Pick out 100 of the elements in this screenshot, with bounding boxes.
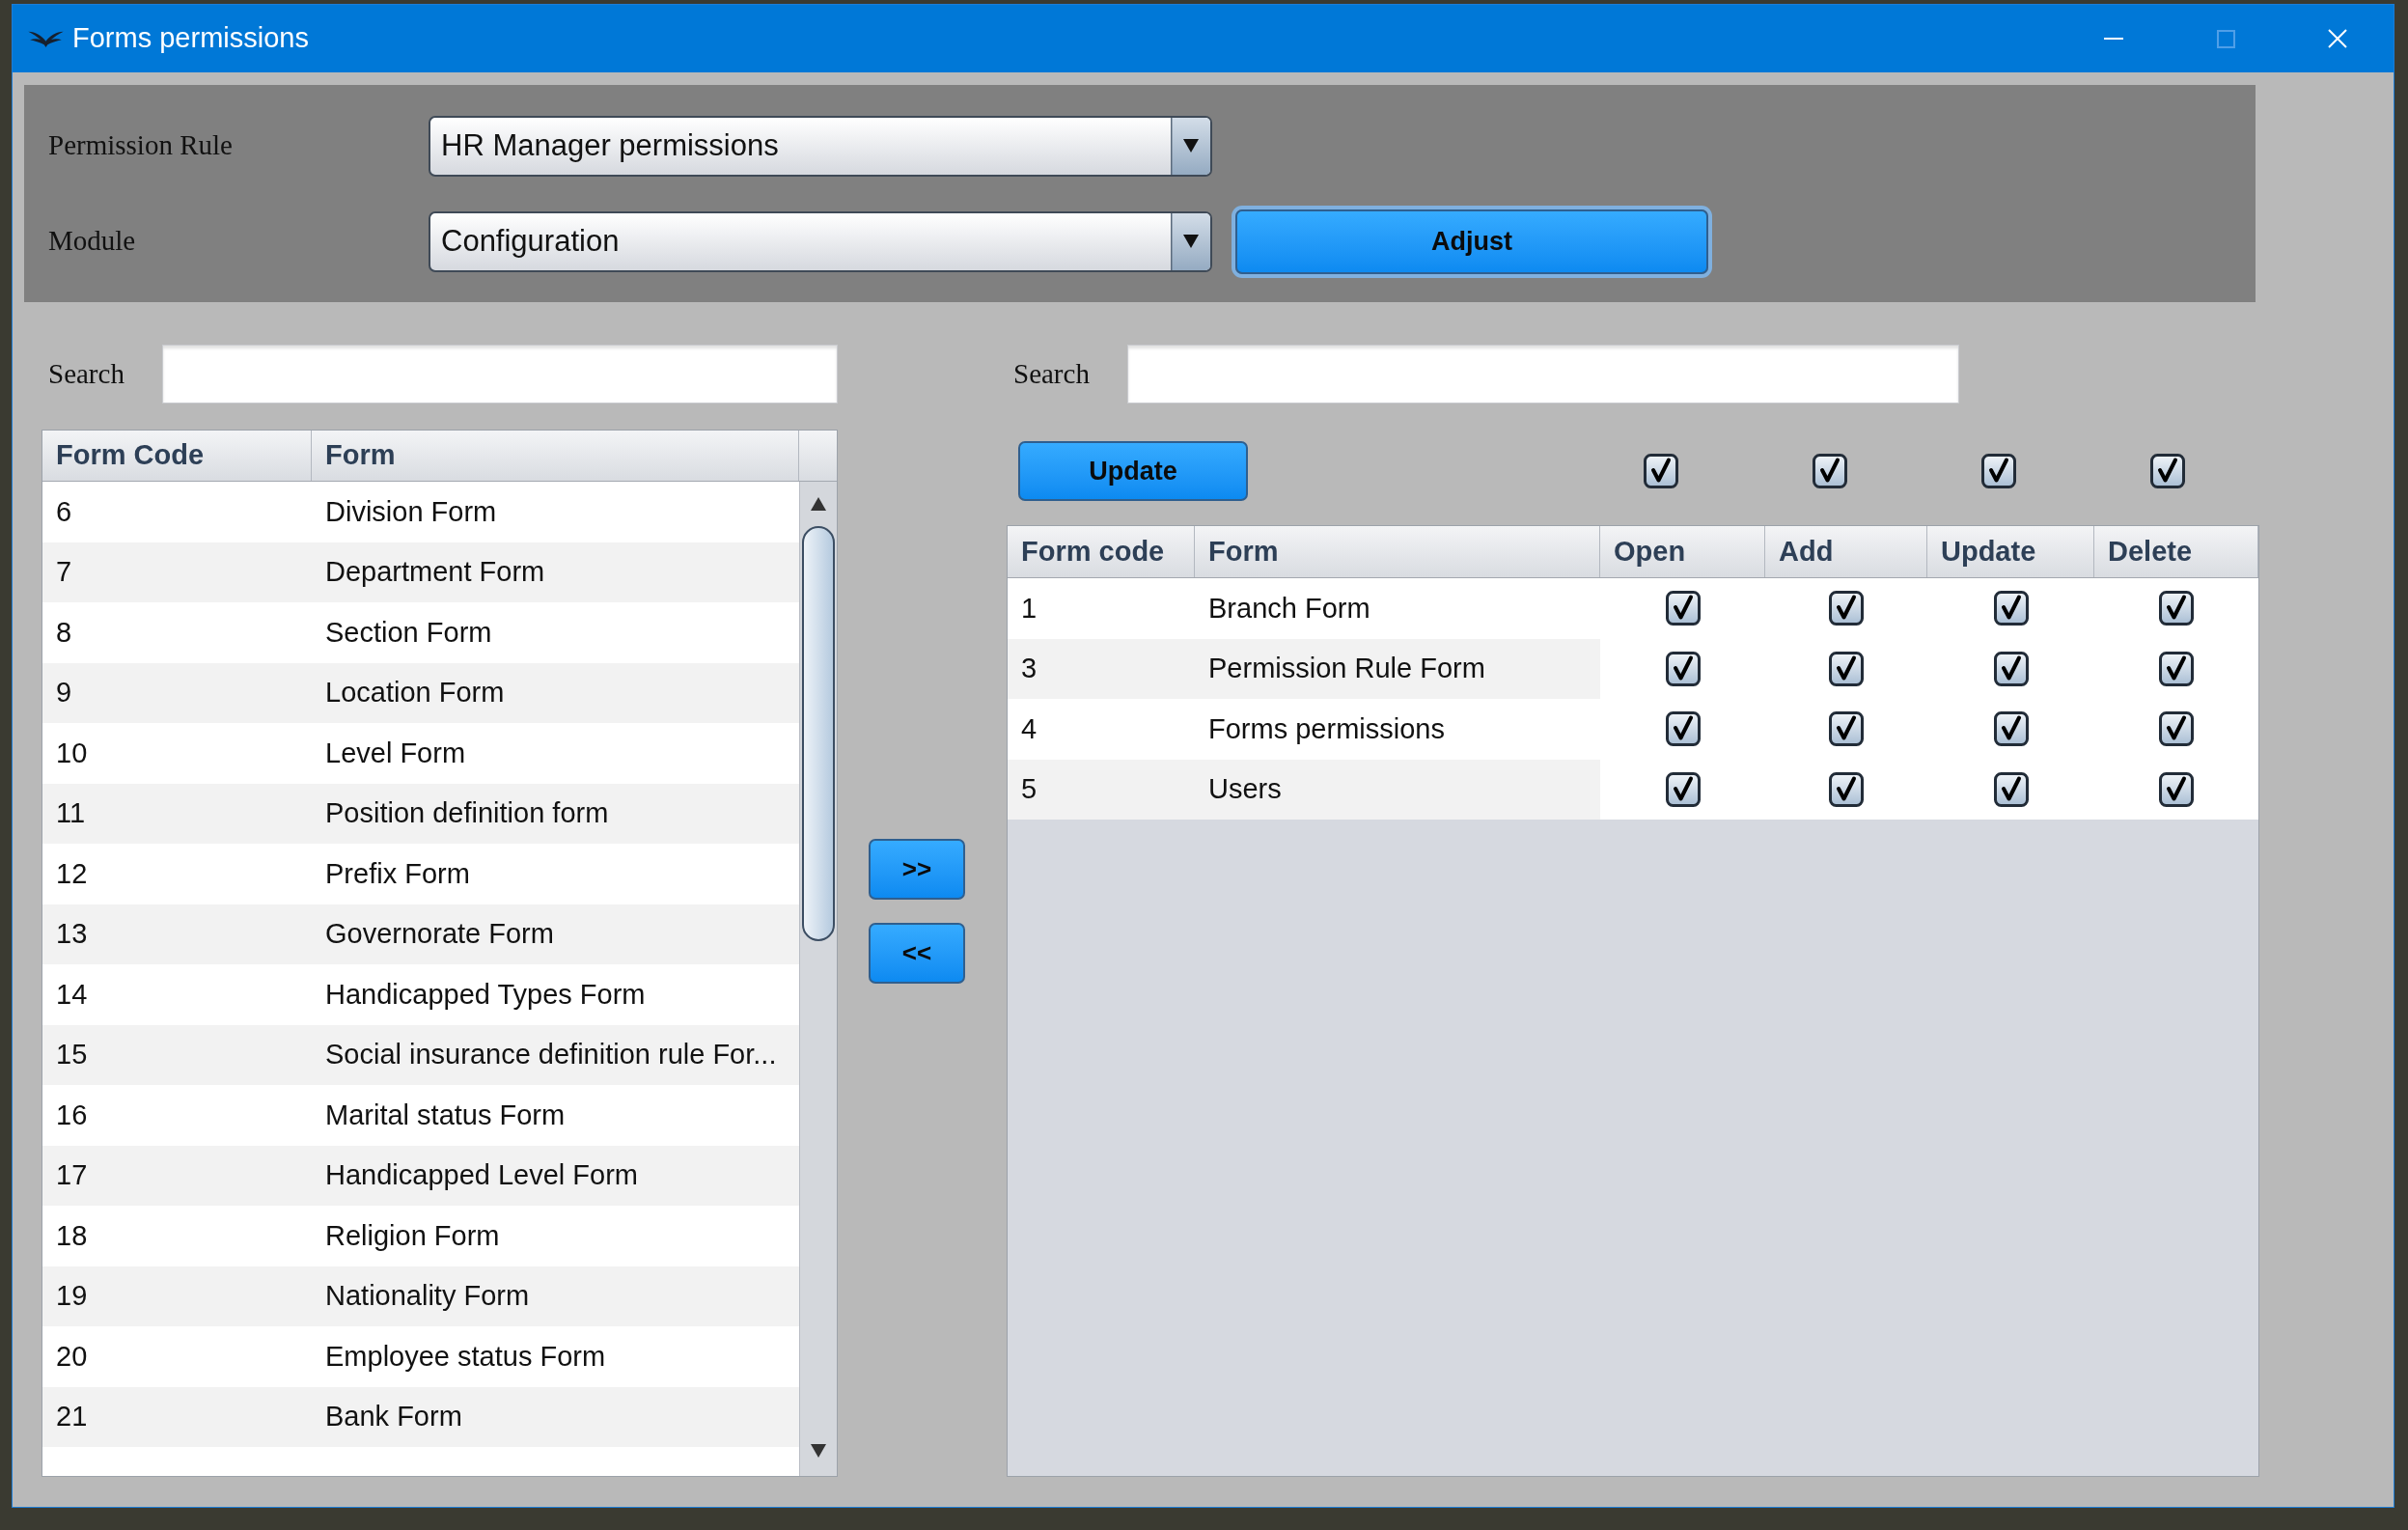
form-name: Nationality Form xyxy=(325,1279,530,1313)
form-code: 8 xyxy=(56,615,72,650)
form-code: 13 xyxy=(56,917,88,951)
checkbox[interactable] xyxy=(1813,454,1847,488)
checkbox[interactable] xyxy=(1993,711,2029,747)
table-row[interactable]: 11 Position definition form xyxy=(42,783,799,844)
form-code: 12 xyxy=(56,856,88,891)
form-name: Location Form xyxy=(325,676,505,709)
form-code: 7 xyxy=(56,555,72,589)
table-row[interactable]: 7 Department Form xyxy=(42,542,799,602)
field-label: Module xyxy=(48,224,137,259)
checkbox[interactable] xyxy=(1829,711,1864,747)
table-row[interactable]: 3 Permission Rule Form xyxy=(1008,638,2258,699)
table-row[interactable]: 17 Handicapped Level Form xyxy=(42,1145,799,1206)
scrollbar-thumb[interactable] xyxy=(802,526,835,941)
search-field[interactable] xyxy=(1127,345,1959,403)
search-field[interactable] xyxy=(162,345,838,403)
checkbox[interactable] xyxy=(1829,651,1864,686)
form-code: 14 xyxy=(56,977,88,1012)
form-name: Employee status Form xyxy=(325,1339,606,1374)
column-header[interactable]: Form xyxy=(1195,526,1600,577)
form-name: Position definition form xyxy=(325,796,609,830)
checkbox[interactable] xyxy=(1993,771,2029,807)
form-name: Prefix Form xyxy=(325,856,470,891)
checkbox[interactable] xyxy=(1665,711,1701,747)
bird-icon xyxy=(28,29,64,48)
column-header[interactable]: Form xyxy=(312,431,799,481)
form-code: 1 xyxy=(1021,591,1038,626)
column-header[interactable]: Open xyxy=(1600,526,1765,577)
column-header[interactable]: Delete xyxy=(2094,526,2258,577)
form-code: 18 xyxy=(56,1218,88,1253)
scrollbar[interactable] xyxy=(799,482,837,1476)
column-header[interactable]: Form Code xyxy=(42,431,312,481)
search-label: Search xyxy=(48,356,125,391)
up-arrow-icon[interactable] xyxy=(811,497,826,511)
form-code: 20 xyxy=(56,1339,88,1374)
table-row[interactable]: 19 Nationality Form xyxy=(42,1266,799,1326)
table-row[interactable]: 5 Users xyxy=(1008,759,2258,820)
form-code: 6 xyxy=(56,494,72,529)
form-name: Bank Form xyxy=(325,1400,462,1433)
checkbox[interactable] xyxy=(1993,651,2029,686)
dropdown[interactable]: HR Manager permissions xyxy=(429,115,1212,177)
checkbox[interactable] xyxy=(1981,454,2016,488)
caret-icon[interactable] xyxy=(1171,212,1210,270)
form-name: Permission Rule Form xyxy=(1208,652,1485,685)
field-label: Permission Rule xyxy=(48,128,234,163)
checkbox[interactable] xyxy=(1829,591,1864,626)
form-code: 16 xyxy=(56,1098,88,1132)
form-code: 19 xyxy=(56,1279,88,1313)
checkbox[interactable] xyxy=(1829,771,1864,807)
column-header[interactable]: Form code xyxy=(1008,526,1195,577)
transfer-button[interactable]: << xyxy=(869,923,965,984)
form-name: Level Form xyxy=(325,736,466,770)
form-code: 4 xyxy=(1021,711,1038,746)
form-name: Branch Form xyxy=(1208,591,1370,626)
form-name: Section Form xyxy=(325,615,492,650)
form-name: Social insurance definition rule For... xyxy=(325,1038,777,1071)
form-code: 9 xyxy=(56,676,72,709)
form-name: Division Form xyxy=(325,494,497,529)
down-arrow-icon[interactable] xyxy=(811,1444,826,1458)
search-label: Search xyxy=(1013,356,1091,391)
checkbox[interactable] xyxy=(2159,771,2194,807)
checkbox[interactable] xyxy=(2159,651,2194,686)
caret-icon[interactable] xyxy=(1171,117,1210,175)
table-row[interactable]: 21 Bank Form xyxy=(42,1386,799,1447)
form-code: 11 xyxy=(56,796,86,830)
checkbox[interactable] xyxy=(2150,454,2185,488)
window-title: Forms permissions xyxy=(72,21,309,56)
column-header[interactable]: Add xyxy=(1765,526,1927,577)
checkbox[interactable] xyxy=(1665,771,1701,807)
close-icon xyxy=(2328,29,2347,48)
form-code: 5 xyxy=(1021,772,1038,806)
form-name: Governorate Form xyxy=(325,917,554,951)
transfer-button[interactable]: >> xyxy=(869,839,965,900)
table-row[interactable]: 4 Forms permissions xyxy=(1008,699,2258,760)
table-row[interactable]: 15 Social insurance definition rule For... xyxy=(42,1024,799,1085)
column-header[interactable]: Update xyxy=(1927,526,2094,577)
table-row[interactable]: 1 Branch Form xyxy=(1008,578,2258,639)
update-button[interactable]: Update xyxy=(1018,441,1248,501)
form-name: Handicapped Level Form xyxy=(325,1158,638,1192)
checkbox[interactable] xyxy=(2159,711,2194,747)
table-row[interactable]: 13 Governorate Form xyxy=(42,904,799,964)
form-code: 21 xyxy=(56,1400,88,1433)
form-name: Users xyxy=(1208,772,1282,806)
checkbox[interactable] xyxy=(1993,591,2029,626)
form-name: Department Form xyxy=(325,555,545,589)
form-code: 15 xyxy=(56,1038,88,1071)
form-name: Handicapped Types Form xyxy=(325,977,646,1012)
checkbox[interactable] xyxy=(2159,591,2194,626)
table-row[interactable]: 9 Location Form xyxy=(42,662,799,723)
minimize-icon xyxy=(2104,38,2123,40)
form-name: Forms permissions xyxy=(1208,711,1445,746)
dropdown[interactable]: Configuration xyxy=(429,210,1212,272)
form-name: Marital status Form xyxy=(325,1098,566,1132)
form-code: 10 xyxy=(56,736,88,770)
form-code: 17 xyxy=(56,1158,88,1192)
checkbox[interactable] xyxy=(1665,651,1701,686)
checkbox[interactable] xyxy=(1644,454,1678,488)
form-name: Religion Form xyxy=(325,1218,500,1253)
checkbox[interactable] xyxy=(1665,591,1701,626)
